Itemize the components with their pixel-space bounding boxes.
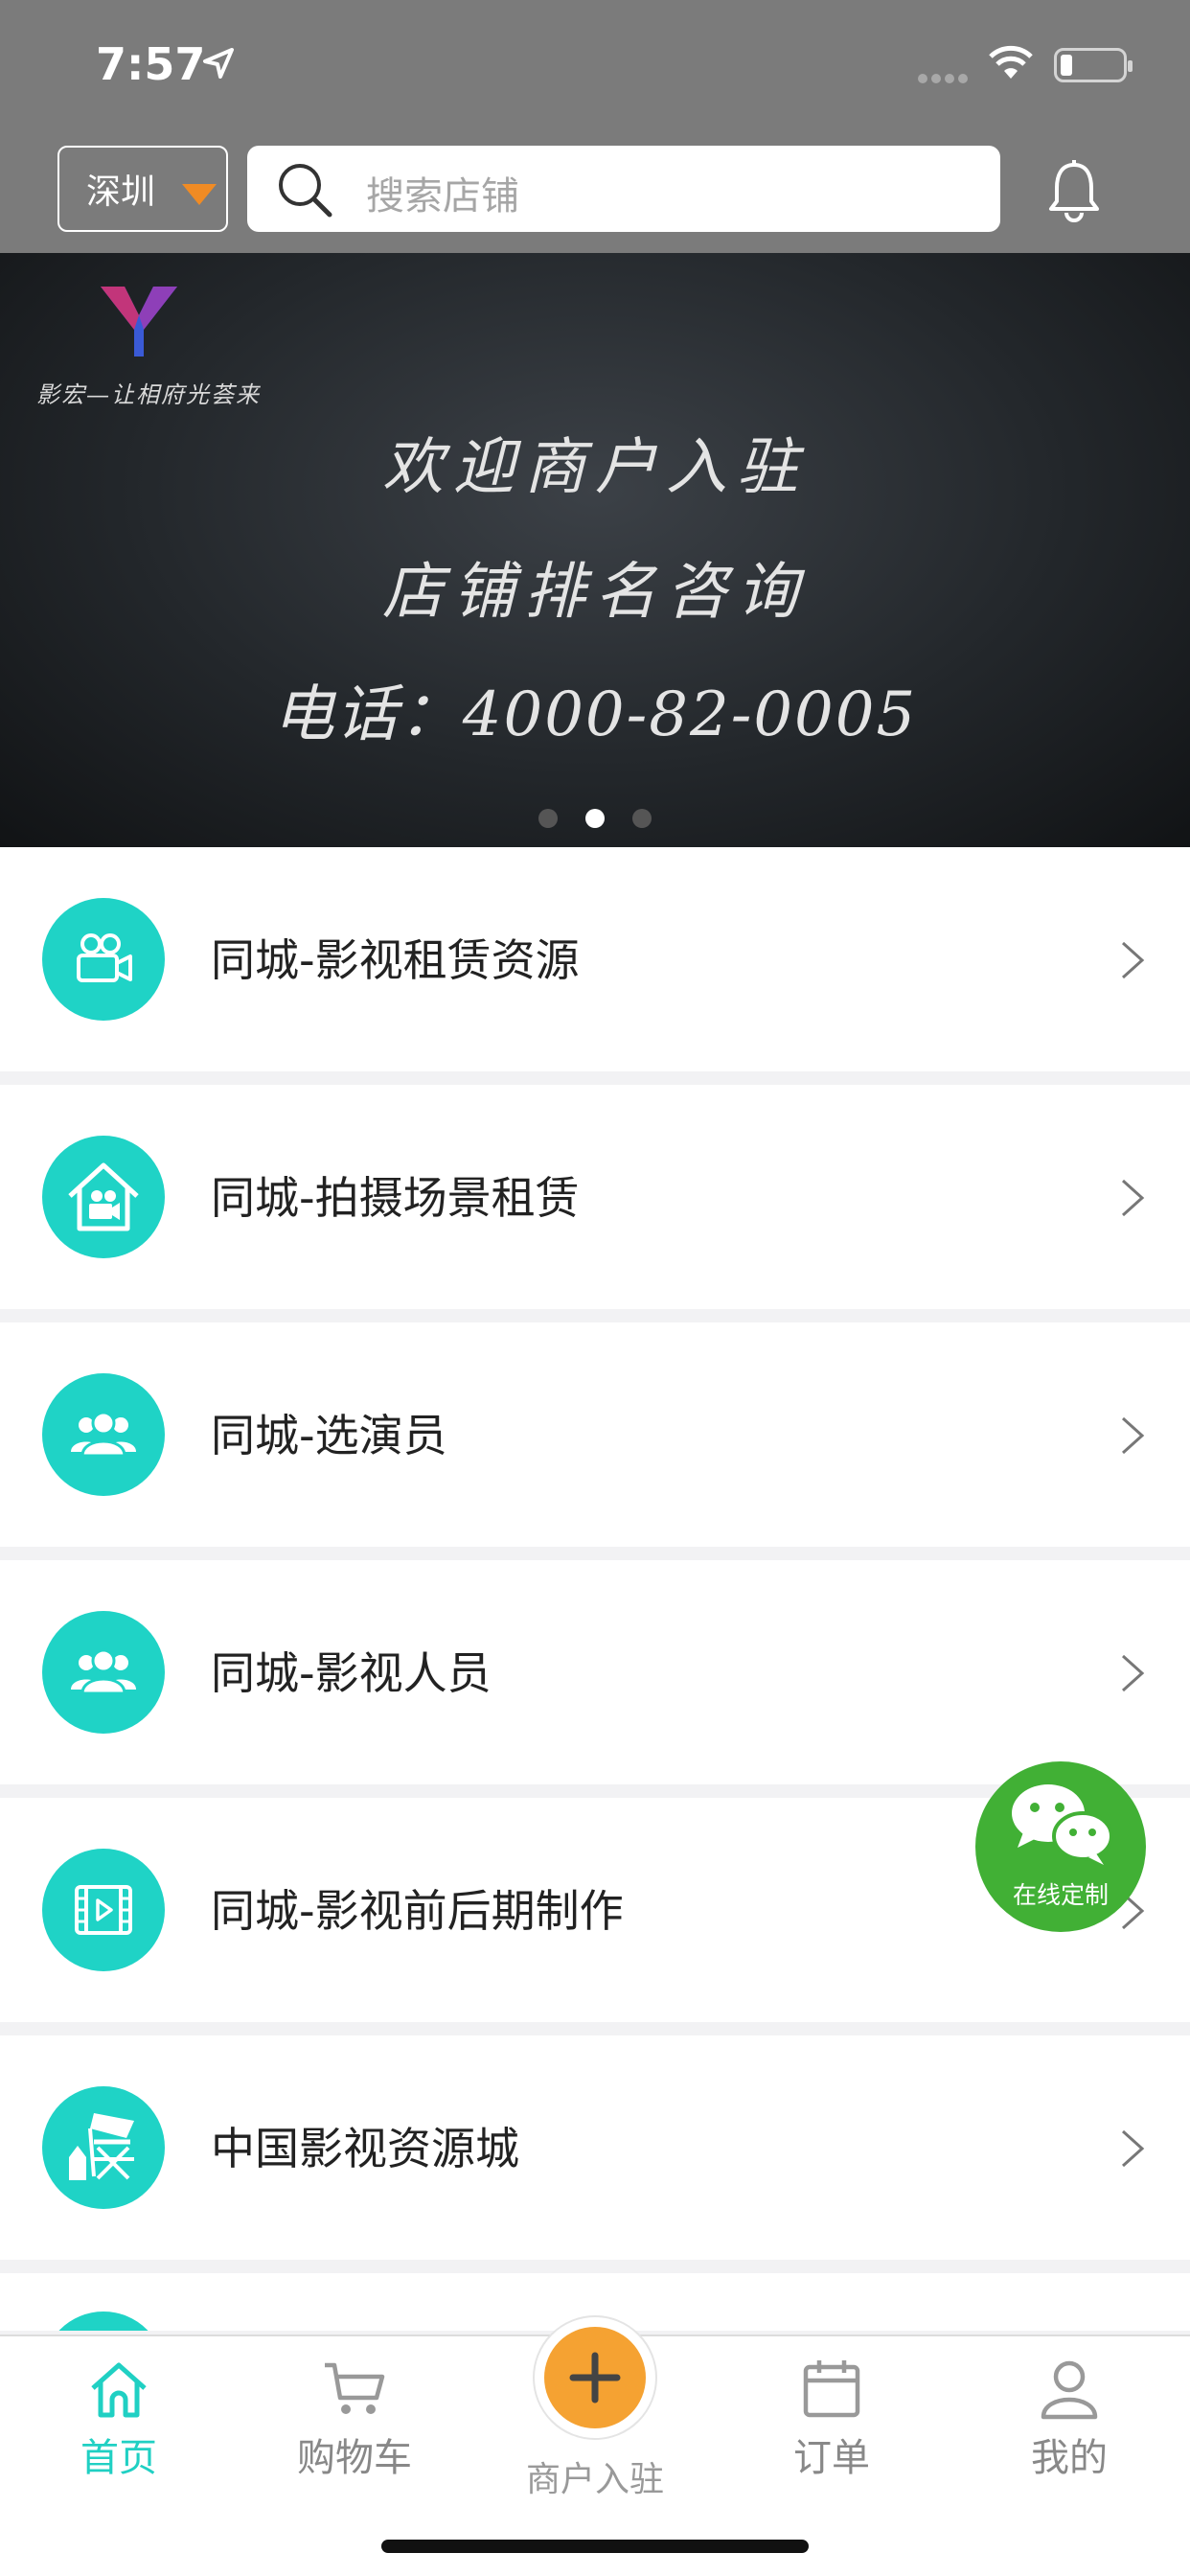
- city-label: 深圳: [86, 172, 156, 212]
- wifi-icon: [989, 45, 1033, 79]
- home-icon: [91, 2362, 147, 2418]
- tab-orders[interactable]: 订单: [745, 2356, 918, 2482]
- cart-icon: [325, 2362, 385, 2414]
- list-item-resource-city[interactable]: 中国影视资源城: [0, 2036, 1190, 2260]
- banner-line-phone: 电话：4000-82-0005: [272, 679, 918, 750]
- studio-house-icon: [42, 1136, 165, 1258]
- status-time: 7:57: [96, 38, 206, 90]
- bell-icon[interactable]: [1046, 159, 1102, 222]
- tab-home[interactable]: 首页: [33, 2356, 205, 2482]
- brand-logo-icon: [101, 287, 177, 356]
- list-item-casting[interactable]: 同城-选演员: [0, 1322, 1190, 1547]
- chevron-right-icon: [1121, 1654, 1145, 1692]
- list-item-label: 同城-选演员: [211, 1410, 447, 1461]
- user-icon: [1041, 2360, 1098, 2420]
- tab-profile[interactable]: 我的: [983, 2356, 1156, 2482]
- film-play-icon: [42, 1849, 165, 1971]
- tab-label: 购物车: [297, 2436, 412, 2480]
- tab-label: 我的: [1031, 2436, 1108, 2480]
- video-camera-icon: [42, 898, 165, 1021]
- banner-pagination[interactable]: [0, 809, 1190, 832]
- tab-label: 订单: [793, 2436, 870, 2480]
- people-group-icon: [42, 1373, 165, 1496]
- dropdown-arrow-icon: [182, 184, 217, 205]
- category-list: 同城-影视租赁资源 同城-拍摄场景租赁 同城-选演员 同城-影视人员 同城-影视…: [0, 847, 1190, 2331]
- calendar-icon: [803, 2360, 860, 2418]
- chevron-right-icon: [1121, 1416, 1145, 1455]
- app-screen: 7:57 深圳 搜索店铺 影宏—让相府光荟来 欢迎商户入驻 店铺排名咨询 电话：…: [0, 0, 1190, 2576]
- banner-line-ranking: 店铺排名咨询: [382, 557, 808, 628]
- list-item-label: 同城-影视租赁资源: [211, 934, 580, 986]
- top-header: 7:57 深圳 搜索店铺: [0, 0, 1190, 253]
- battery-icon: [1054, 48, 1133, 82]
- home-indicator[interactable]: [381, 2540, 809, 2553]
- list-item-scene-rental[interactable]: 同城-拍摄场景租赁: [0, 1085, 1190, 1309]
- search-placeholder: 搜索店铺: [366, 174, 519, 218]
- signal-icon: [918, 69, 973, 83]
- wechat-icon: [1012, 1784, 1113, 1865]
- pagination-dot[interactable]: [632, 809, 652, 828]
- tab-label: 首页: [80, 2436, 157, 2480]
- banner-logo-text: 影宏—让相府光荟来: [36, 381, 261, 408]
- list-item-label: 同城-影视人员: [211, 1647, 492, 1699]
- location-arrow-icon: [203, 48, 234, 79]
- list-item-label: 中国影视资源城: [211, 2123, 519, 2174]
- merchant-join-label[interactable]: 商户入驻: [499, 2451, 691, 2501]
- promo-banner[interactable]: 影宏—让相府光荟来 欢迎商户入驻 店铺排名咨询 电话：4000-82-0005: [0, 253, 1190, 847]
- list-item-partial-icon: [42, 2312, 165, 2331]
- chevron-right-icon: [1121, 941, 1145, 979]
- list-item-label: 同城-影视前后期制作: [211, 1885, 624, 1937]
- city-selector[interactable]: 深圳: [57, 146, 228, 232]
- chevron-right-icon: [1121, 1179, 1145, 1217]
- search-input[interactable]: 搜索店铺: [247, 146, 1000, 232]
- plus-icon: [544, 2327, 646, 2428]
- pagination-dot-active[interactable]: [585, 809, 605, 828]
- list-item-label: 同城-拍摄场景租赁: [211, 1172, 580, 1224]
- online-custom-label: 在线定制: [1012, 1881, 1109, 1909]
- merchant-join-button[interactable]: [533, 2315, 657, 2440]
- chevron-right-icon: [1121, 2129, 1145, 2168]
- tab-cart[interactable]: 购物车: [268, 2356, 441, 2482]
- people-group-icon: [42, 1611, 165, 1734]
- list-item-equipment-rental[interactable]: 同城-影视租赁资源: [0, 847, 1190, 1071]
- banner-line-welcome: 欢迎商户入驻: [382, 432, 808, 503]
- search-icon: [279, 164, 332, 218]
- director-chair-icon: [42, 2086, 165, 2209]
- pagination-dot[interactable]: [538, 809, 558, 828]
- list-item-film-staff[interactable]: 同城-影视人员: [0, 1560, 1190, 1784]
- online-custom-button[interactable]: 在线定制: [975, 1761, 1146, 1932]
